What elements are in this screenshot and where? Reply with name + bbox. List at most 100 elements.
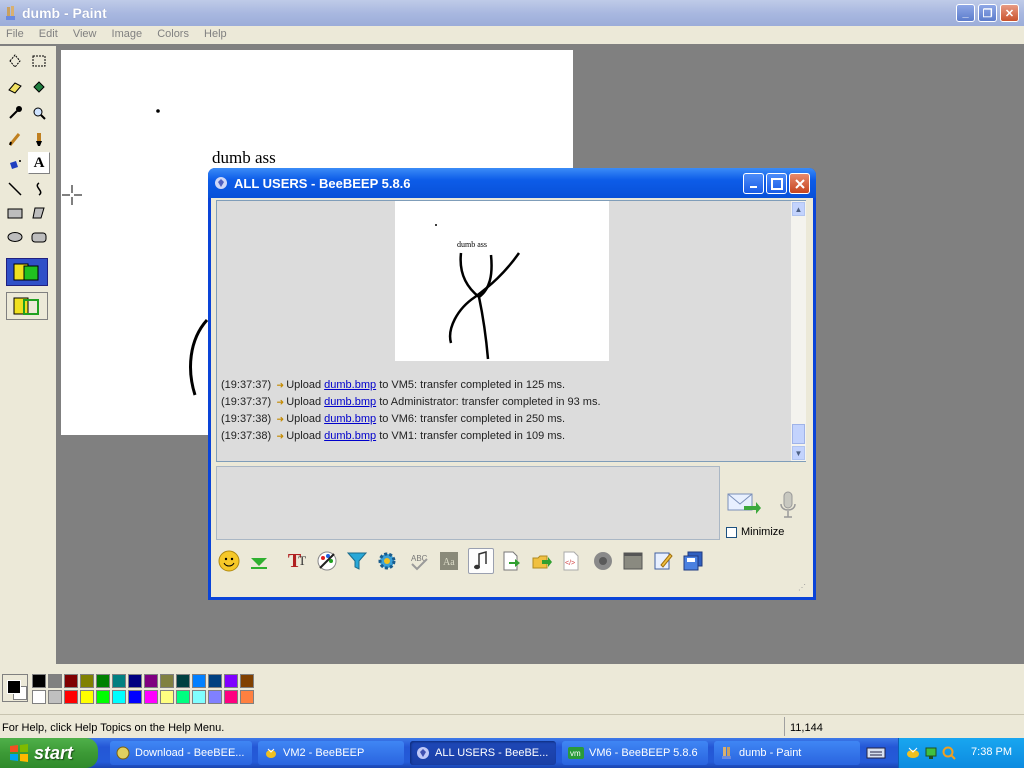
menu-edit[interactable]: Edit	[33, 26, 64, 40]
start-button[interactable]: start	[0, 738, 98, 768]
resize-grip-icon[interactable]: ⋰	[798, 583, 806, 592]
eraser-icon[interactable]	[4, 76, 26, 98]
palette-swatch[interactable]	[160, 674, 174, 688]
music-note-icon[interactable]	[468, 548, 494, 574]
send-folder-icon[interactable]	[528, 548, 554, 574]
paint-title-bar[interactable]: dumb - Paint _ ❐ ✕	[0, 0, 1024, 26]
palette-swatch[interactable]	[48, 674, 62, 688]
chat-history[interactable]: dumb ass (19:37:37) ➜ Upload dumb.bmp to …	[216, 200, 806, 462]
scroll-up-icon[interactable]: ▲	[792, 202, 805, 216]
palette-swatch[interactable]	[112, 674, 126, 688]
font-icon[interactable]: TT	[284, 548, 310, 574]
menu-image[interactable]: Image	[106, 26, 149, 40]
taskbar-item-download[interactable]: Download - BeeBEE...	[110, 741, 252, 765]
palette-swatch[interactable]	[96, 674, 110, 688]
palette-swatch[interactable]	[128, 674, 142, 688]
palette-swatch[interactable]	[240, 690, 254, 704]
keyboard-icon[interactable]	[866, 746, 886, 760]
edit-notes-icon[interactable]	[650, 548, 676, 574]
palette-swatch[interactable]	[224, 690, 238, 704]
color-picker-icon[interactable]	[4, 102, 26, 124]
message-input[interactable]	[216, 466, 720, 540]
beebeep-close-button[interactable]	[789, 173, 810, 194]
menu-colors[interactable]: Colors	[151, 26, 195, 40]
magnifier-icon[interactable]	[28, 102, 50, 124]
filter-icon[interactable]	[344, 548, 370, 574]
palette-swatch[interactable]	[48, 690, 62, 704]
taskbar-item-all-users[interactable]: ALL USERS - BeeBE...	[410, 741, 556, 765]
menu-help[interactable]: Help	[198, 26, 233, 40]
beebeep-title-bar[interactable]: ALL USERS - BeeBEEP 5.8.6	[208, 168, 816, 198]
palette-swatch[interactable]	[240, 674, 254, 688]
menu-view[interactable]: View	[67, 26, 103, 40]
paint-close-button[interactable]: ✕	[1000, 4, 1019, 22]
shared-image-preview[interactable]: dumb ass	[395, 201, 609, 361]
palette-swatch[interactable]	[80, 690, 94, 704]
text-tool-icon[interactable]: A	[28, 152, 50, 174]
scrollbar-thumb[interactable]	[792, 424, 805, 444]
menu-file[interactable]: File	[0, 26, 30, 40]
paint-restore-button[interactable]: ❐	[978, 4, 997, 22]
color-palette-icon[interactable]	[314, 548, 340, 574]
palette-swatch[interactable]	[144, 674, 158, 688]
curve-tool-icon[interactable]	[28, 178, 50, 200]
transparency-transparent-option[interactable]	[6, 292, 48, 320]
palette-swatch[interactable]	[80, 674, 94, 688]
transparency-opaque-option[interactable]	[6, 258, 48, 286]
bee-tray-icon[interactable]	[905, 745, 921, 761]
rect-select-icon[interactable]	[28, 50, 50, 72]
palette-swatch[interactable]	[192, 690, 206, 704]
html-icon[interactable]: </>	[558, 548, 584, 574]
microphone-icon[interactable]	[776, 490, 800, 520]
palette-swatch[interactable]	[32, 690, 46, 704]
emoticon-icon[interactable]	[216, 548, 242, 574]
save-chat-icon[interactable]	[680, 548, 706, 574]
search-tray-icon[interactable]	[941, 745, 957, 761]
ellipse-tool-icon[interactable]	[4, 226, 26, 248]
palette-swatch[interactable]	[208, 690, 222, 704]
file-link[interactable]: dumb.bmp	[324, 413, 376, 425]
palette-swatch[interactable]	[192, 674, 206, 688]
palette-swatch[interactable]	[160, 690, 174, 704]
taskbar-item-paint[interactable]: dumb - Paint	[714, 741, 860, 765]
palette-swatch[interactable]	[128, 690, 142, 704]
palette-swatch[interactable]	[208, 674, 222, 688]
network-tray-icon[interactable]	[923, 745, 939, 761]
fill-bucket-icon[interactable]	[28, 76, 50, 98]
current-colors-box[interactable]	[2, 674, 28, 702]
settings-gear-icon[interactable]	[374, 548, 400, 574]
record-icon[interactable]	[590, 548, 616, 574]
palette-swatch[interactable]	[96, 690, 110, 704]
scroll-down-icon[interactable]: ▼	[792, 446, 805, 460]
spellcheck-icon[interactable]: ABC	[406, 548, 432, 574]
brush-icon[interactable]	[28, 128, 50, 150]
screenshot-icon[interactable]	[620, 548, 646, 574]
palette-swatch[interactable]	[144, 690, 158, 704]
palette-swatch[interactable]	[176, 690, 190, 704]
palette-swatch[interactable]	[112, 690, 126, 704]
file-link[interactable]: dumb.bmp	[324, 379, 376, 391]
free-select-icon[interactable]	[4, 50, 26, 72]
file-link[interactable]: dumb.bmp	[324, 430, 376, 442]
minimize-checkbox[interactable]	[726, 526, 737, 538]
polygon-tool-icon[interactable]	[28, 202, 50, 224]
chat-scrollbar[interactable]: ▲ ▼	[791, 201, 806, 461]
paint-minimize-button[interactable]: _	[956, 4, 975, 22]
save-down-icon[interactable]	[246, 548, 272, 574]
palette-swatch[interactable]	[176, 674, 190, 688]
minimize-option[interactable]: Minimize	[726, 526, 784, 538]
pencil-icon[interactable]	[4, 128, 26, 150]
rectangle-tool-icon[interactable]	[4, 202, 26, 224]
taskbar-item-vm6[interactable]: vm VM6 - BeeBEEP 5.8.6	[562, 741, 708, 765]
palette-swatch[interactable]	[64, 674, 78, 688]
send-file-icon[interactable]	[498, 548, 524, 574]
palette-swatch[interactable]	[224, 674, 238, 688]
palette-swatch[interactable]	[64, 690, 78, 704]
compact-icon[interactable]: Aa	[436, 548, 462, 574]
taskbar-item-vm2[interactable]: VM2 - BeeBEEP	[258, 741, 404, 765]
rounded-rect-tool-icon[interactable]	[28, 226, 50, 248]
airbrush-icon[interactable]	[4, 154, 26, 176]
beebeep-minimize-button[interactable]	[743, 173, 764, 194]
file-link[interactable]: dumb.bmp	[324, 396, 376, 408]
beebeep-maximize-button[interactable]	[766, 173, 787, 194]
